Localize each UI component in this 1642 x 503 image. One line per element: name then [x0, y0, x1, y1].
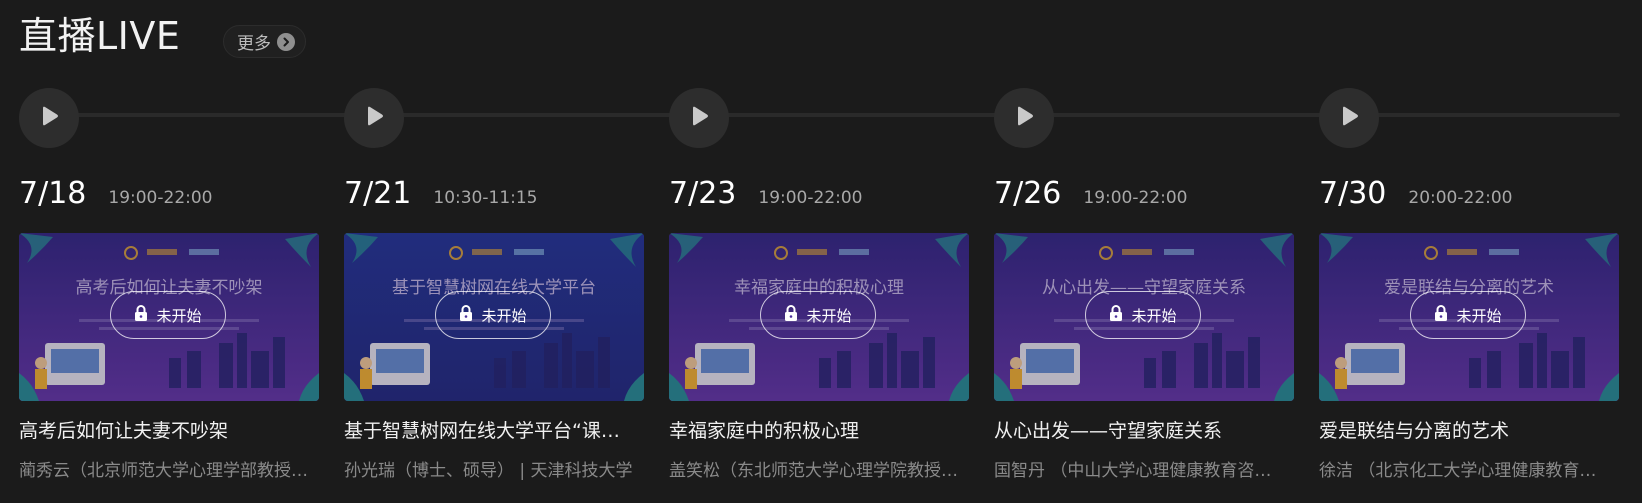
schedule: 7/18 19:00-22:00 [19, 176, 213, 211]
status-label: 未开始 [481, 306, 527, 325]
live-item: 7/26 19:00-22:00 从心出发——守望家庭关系 未开始 从心出发——… [994, 0, 1294, 503]
live-date: 7/18 [19, 176, 87, 211]
status-label: 未开始 [806, 306, 852, 325]
live-title[interactable]: 基于智慧树网在线大学平台“课… [344, 416, 644, 443]
live-item: 7/21 10:30-11:15 基于智慧树网在线大学平台 未开始 基于智慧树网… [344, 0, 644, 503]
live-thumbnail[interactable]: 高考后如何让夫妻不吵架 未开始 [19, 233, 319, 401]
live-time: 19:00-22:00 [108, 188, 213, 208]
status-badge: 未开始 [435, 291, 551, 339]
play-icon [363, 105, 385, 131]
live-thumbnail[interactable]: 基于智慧树网在线大学平台 未开始 [344, 233, 644, 401]
timeline-play-button[interactable] [344, 88, 404, 148]
live-time: 19:00-22:00 [1083, 188, 1188, 208]
lock-icon [1109, 305, 1123, 325]
live-speaker: 盖笑松（东北师范大学心理学院教授… [669, 461, 958, 481]
lock-icon [459, 305, 473, 325]
live-item: 7/23 19:00-22:00 幸福家庭中的积极心理 未开始 幸福家庭中的积极… [669, 0, 969, 503]
lock-icon [1434, 305, 1448, 325]
live-thumbnail[interactable]: 从心出发——守望家庭关系 未开始 [994, 233, 1294, 401]
play-icon [1338, 105, 1360, 131]
live-time: 20:00-22:00 [1408, 188, 1513, 208]
live-item: 7/18 19:00-22:00 高考后如何让夫妻不吵架 未开始 高考后如何让夫… [19, 0, 319, 503]
timeline-play-button[interactable] [994, 88, 1054, 148]
live-time: 19:00-22:00 [758, 188, 863, 208]
live-speaker: 国智丹 （中山大学心理健康教育咨… [994, 461, 1272, 481]
live-thumbnail[interactable]: 幸福家庭中的积极心理 未开始 [669, 233, 969, 401]
live-date: 7/21 [344, 176, 412, 211]
live-title[interactable]: 爱是联结与分离的艺术 [1319, 416, 1619, 443]
live-title[interactable]: 幸福家庭中的积极心理 [669, 416, 969, 443]
live-date: 7/30 [1319, 176, 1387, 211]
lock-icon [134, 305, 148, 325]
status-badge: 未开始 [760, 291, 876, 339]
schedule: 7/30 20:00-22:00 [1319, 176, 1513, 211]
lock-icon [784, 305, 798, 325]
live-date: 7/23 [669, 176, 737, 211]
live-item: 7/30 20:00-22:00 爱是联结与分离的艺术 未开始 爱是联结与分离的… [1319, 0, 1619, 503]
status-badge: 未开始 [110, 291, 226, 339]
live-speaker: 徐洁 （北京化工大学心理健康教育… [1319, 461, 1597, 481]
status-badge: 未开始 [1410, 291, 1526, 339]
live-date: 7/26 [994, 176, 1062, 211]
live-title[interactable]: 从心出发——守望家庭关系 [994, 416, 1294, 443]
timeline-play-button[interactable] [19, 88, 79, 148]
live-title[interactable]: 高考后如何让夫妻不吵架 [19, 416, 319, 443]
live-thumbnail[interactable]: 爱是联结与分离的艺术 未开始 [1319, 233, 1619, 401]
timeline-play-button[interactable] [1319, 88, 1379, 148]
status-badge: 未开始 [1085, 291, 1201, 339]
live-speaker: 孙光瑞（博士、硕导） | 天津科技大学 [344, 461, 633, 481]
play-icon [688, 105, 710, 131]
live-time: 10:30-11:15 [433, 188, 538, 208]
status-label: 未开始 [1456, 306, 1502, 325]
schedule: 7/23 19:00-22:00 [669, 176, 863, 211]
schedule: 7/21 10:30-11:15 [344, 176, 538, 211]
status-label: 未开始 [1131, 306, 1177, 325]
play-icon [38, 105, 60, 131]
status-label: 未开始 [156, 306, 202, 325]
play-icon [1013, 105, 1035, 131]
live-speaker: 蔺秀云（北京师范大学心理学部教授… [19, 461, 308, 481]
schedule: 7/26 19:00-22:00 [994, 176, 1188, 211]
timeline-play-button[interactable] [669, 88, 729, 148]
